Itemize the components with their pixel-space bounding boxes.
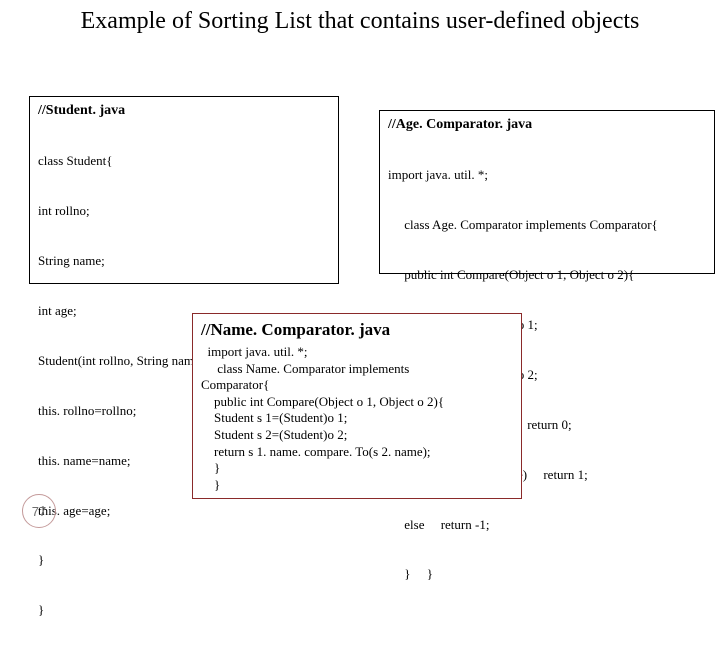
code-heading-age-comparator: //Age. Comparator. java [388, 116, 706, 134]
code-line: String name; [38, 253, 330, 270]
slide-title: Example of Sorting List that contains us… [0, 8, 720, 36]
code-line: Student s 1=(Student)o 1; [201, 410, 513, 427]
slide: Example of Sorting List that contains us… [0, 0, 720, 540]
code-line: public int Compare(Object o 1, Object o … [388, 267, 706, 284]
code-box-name-comparator: //Name. Comparator. java import java. ut… [192, 313, 522, 499]
code-line: public int Compare(Object o 1, Object o … [201, 394, 513, 411]
code-line: class Name. Comparator implements [201, 361, 513, 378]
code-line: class Age. Comparator implements Compara… [388, 217, 706, 234]
code-line: Student s 2=(Student)o 2; [201, 427, 513, 444]
code-line: } [38, 552, 330, 569]
page-number: 77 [22, 494, 56, 528]
code-box-student: //Student. java class Student{ int rolln… [29, 96, 339, 284]
code-line: import java. util. *; [201, 344, 513, 361]
code-line: int rollno; [38, 203, 330, 220]
code-line: else return -1; [388, 517, 706, 534]
code-box-age-comparator: //Age. Comparator. java import java. uti… [379, 110, 715, 274]
code-line: import java. util. *; [388, 167, 706, 184]
code-body-name-comparator: import java. util. *; class Name. Compar… [201, 344, 513, 494]
code-line: } [201, 477, 513, 494]
code-line: Comparator{ [201, 377, 513, 394]
code-line: } } [388, 566, 706, 583]
code-heading-name-comparator: //Name. Comparator. java [201, 319, 513, 342]
code-line: } [38, 602, 330, 619]
code-line: return s 1. name. compare. To(s 2. name)… [201, 444, 513, 461]
code-heading-student: //Student. java [38, 102, 330, 120]
code-line: class Student{ [38, 153, 330, 170]
code-line: this. age=age; [38, 503, 330, 520]
code-line: } [201, 460, 513, 477]
